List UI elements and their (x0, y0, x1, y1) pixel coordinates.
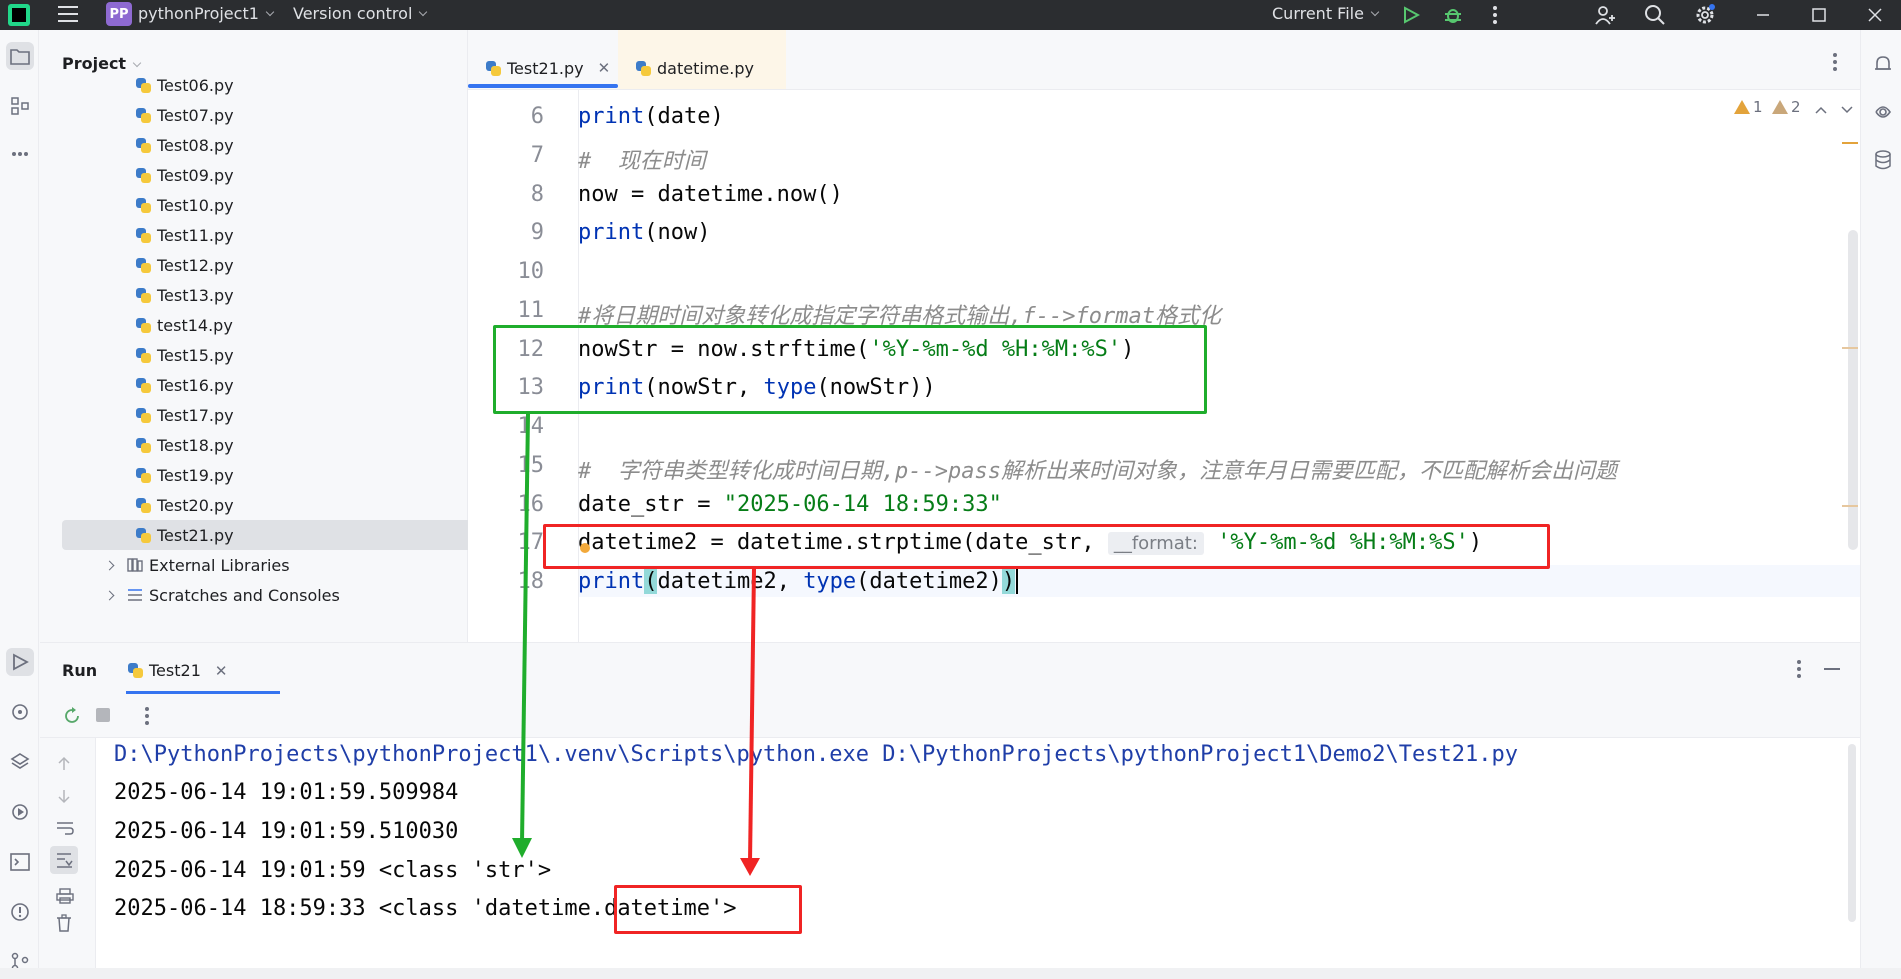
annotation-arrows (512, 413, 760, 876)
green-arrow-head (512, 838, 532, 858)
green-arrow-line (520, 413, 530, 844)
red-arrow-line (748, 568, 756, 863)
red-arrow-head (740, 858, 760, 876)
